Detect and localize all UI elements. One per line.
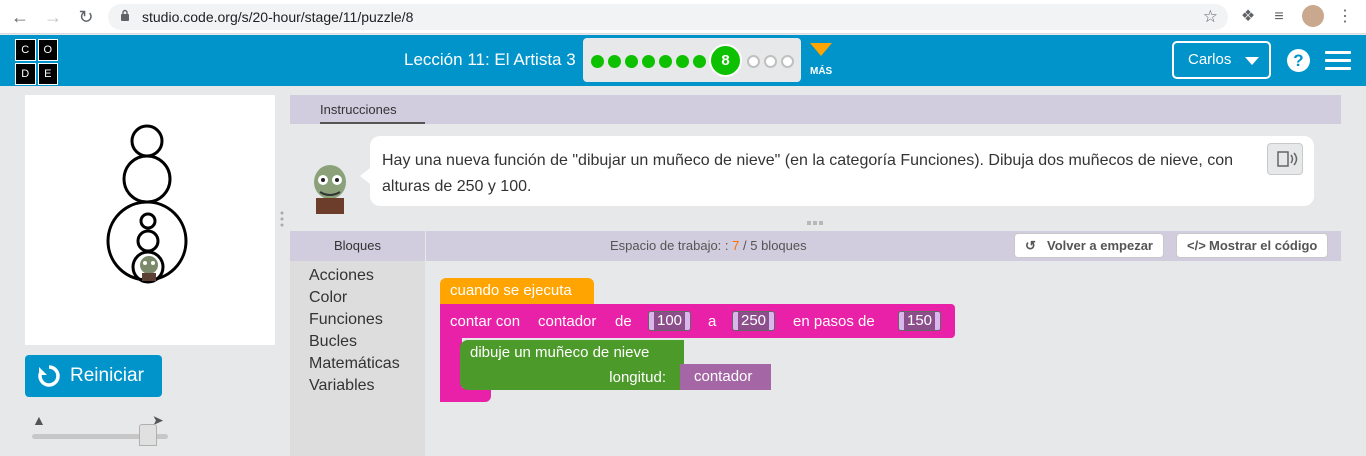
toolbox-category-loops[interactable]: Bucles: [309, 333, 357, 351]
loop-to-input[interactable]: 250: [732, 311, 776, 331]
workspace-header: Espacio de trabajo: : 7 / 5 bloques ↺ Vo…: [426, 231, 1341, 261]
loop-variable-label: contador: [538, 313, 597, 330]
function-name: dibuje un muñeco de nieve: [470, 344, 650, 361]
loop-label: contar con: [450, 313, 521, 330]
artist-character-icon: [140, 256, 158, 281]
panel-resize-handle[interactable]: [280, 210, 284, 230]
menu-dots-icon[interactable]: ⋮: [1334, 6, 1356, 28]
profile-avatar[interactable]: [1302, 5, 1324, 27]
code-logo[interactable]: C O D E: [15, 39, 58, 85]
loop-to-label: a: [708, 313, 717, 330]
instructions-panel: Hay una nueva función de "dibujar un muñ…: [290, 124, 1341, 218]
user-menu-button[interactable]: Carlos: [1172, 41, 1271, 79]
speed-slider-handle[interactable]: [138, 424, 157, 446]
reset-button[interactable]: Reiniciar: [25, 355, 162, 397]
logo-letter: E: [37, 63, 58, 85]
loop-step-input[interactable]: 150: [898, 311, 942, 331]
lock-icon: [121, 9, 129, 21]
puzzle-progress: 8: [583, 38, 801, 82]
media-icon[interactable]: ≡: [1268, 6, 1290, 28]
hamburger-menu-icon[interactable]: [1325, 51, 1351, 71]
progress-dot-complete[interactable]: [642, 55, 655, 68]
forward-icon[interactable]: →: [42, 6, 64, 28]
loop-to-value: 250: [738, 312, 770, 330]
count-loop-block[interactable]: contar con contador de 100 a 250 en paso…: [440, 304, 955, 338]
restart-label: Volver a empezar: [1047, 238, 1153, 253]
loop-step-label: en pasos de: [793, 313, 875, 330]
toolbox-category-math[interactable]: Matemáticas: [309, 355, 400, 373]
browser-toolbar: ← → ↻ studio.code.org/s/20-hour/stage/11…: [0, 0, 1366, 34]
progress-dot-empty[interactable]: [764, 55, 777, 68]
toolbox-header: Bloques: [290, 231, 425, 261]
toolbox-category-actions[interactable]: Acciones: [309, 267, 374, 285]
function-param-label: longitud:: [609, 369, 666, 386]
logo-letter: C: [15, 39, 36, 61]
toolbox-category-functions[interactable]: Funciones: [309, 311, 383, 329]
instructions-resize-handle[interactable]: [807, 221, 825, 225]
speech-bubble-tail: [360, 168, 370, 184]
loop-from-value: 100: [654, 312, 686, 330]
progress-dot-empty[interactable]: [747, 55, 760, 68]
progress-dot-complete[interactable]: [608, 55, 621, 68]
undo-icon: ↺: [1025, 238, 1036, 253]
user-name: Carlos: [1188, 51, 1232, 68]
chevron-down-icon: [1245, 57, 1259, 65]
progress-dot-complete[interactable]: [659, 55, 672, 68]
app-header: C O D E Lección 11: El Artista 3 8 MÁS C…: [0, 35, 1366, 86]
show-code-label: Mostrar el código: [1209, 238, 1318, 253]
back-icon[interactable]: ←: [9, 6, 31, 28]
instructions-bubble: Hay una nueva función de "dibujar un muñ…: [370, 136, 1314, 206]
instructions-header: Instrucciones: [290, 95, 1341, 124]
loop-from-label: de: [615, 313, 632, 330]
more-arrow-icon[interactable]: [810, 43, 832, 56]
workspace-title: Espacio de trabajo: : 7 / 5 bloques: [610, 238, 807, 253]
more-label[interactable]: MÁS: [810, 66, 832, 77]
progress-dot-complete[interactable]: [625, 55, 638, 68]
address-bar[interactable]: studio.code.org/s/20-hour/stage/11/puzzl…: [108, 4, 1228, 30]
logo-letter: D: [15, 63, 36, 85]
toolbox-category-variables[interactable]: Variables: [309, 377, 375, 395]
current-puzzle-dot[interactable]: 8: [709, 44, 742, 77]
progress-dot-empty[interactable]: [781, 55, 794, 68]
loop-step-value: 150: [904, 312, 936, 330]
text-to-speech-button[interactable]: [1267, 143, 1303, 175]
extensions-icon[interactable]: ❖: [1237, 6, 1259, 28]
speaker-icon: [1277, 151, 1298, 167]
show-code-button[interactable]: </> Mostrar el código: [1176, 233, 1329, 258]
workspace-title-prefix: Espacio de trabajo: :: [610, 238, 729, 253]
logo-letter: O: [37, 39, 58, 61]
block-limit: / 5 bloques: [743, 238, 807, 253]
counter-variable-block[interactable]: contador: [680, 364, 771, 390]
instructions-text: Hay una nueva función de "dibujar un muñ…: [382, 152, 1233, 195]
url-text: studio.code.org/s/20-hour/stage/11/puzzl…: [142, 9, 414, 25]
loop-from-input[interactable]: 100: [648, 311, 692, 331]
progress-dot-complete[interactable]: [676, 55, 689, 68]
block-count: 7: [732, 238, 740, 253]
tab-instructions[interactable]: Instrucciones: [320, 102, 397, 117]
when-run-block[interactable]: cuando se ejecuta: [440, 278, 594, 304]
restart-button[interactable]: ↺ Volver a empezar: [1014, 233, 1164, 258]
help-icon[interactable]: ?: [1287, 49, 1310, 72]
lesson-title[interactable]: Lección 11: El Artista 3: [404, 50, 576, 70]
loop-block-foot: [440, 388, 491, 402]
draw-snowman-block[interactable]: dibuje un muñeco de nieve longitud:: [460, 340, 684, 390]
refresh-icon: [38, 365, 60, 387]
progress-dot-complete[interactable]: [693, 55, 706, 68]
toolbox-category-color[interactable]: Color: [309, 289, 347, 307]
artist-canvas: [25, 95, 275, 345]
code-icon: </>: [1187, 238, 1206, 253]
reload-icon[interactable]: ↻: [75, 6, 97, 28]
turtle-icon: ▲: [32, 412, 46, 428]
zombie-avatar-icon: [314, 165, 346, 214]
variable-label: contador: [694, 368, 753, 385]
when-run-label: cuando se ejecuta: [450, 282, 572, 299]
reset-label: Reiniciar: [70, 365, 144, 386]
snowman-drawing: [106, 124, 188, 284]
progress-dot-complete[interactable]: [591, 55, 604, 68]
bookmark-star-icon[interactable]: ☆: [1203, 7, 1218, 27]
toolbox: Acciones Color Funciones Bucles Matemáti…: [290, 261, 425, 456]
